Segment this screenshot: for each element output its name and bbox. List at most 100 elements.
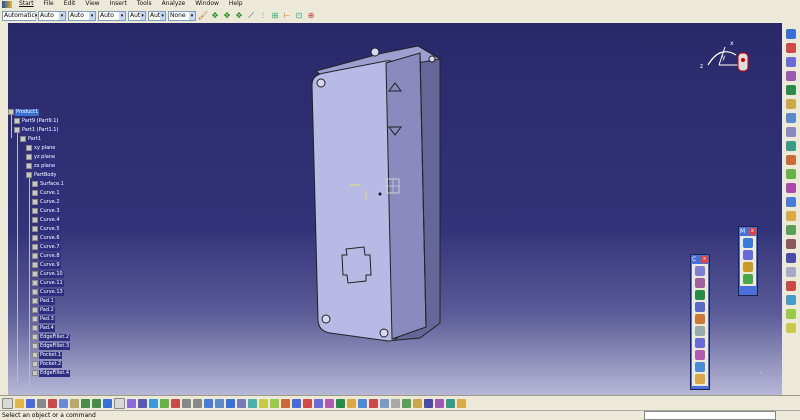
constraint-icon[interactable]: ⊡ [294, 11, 304, 21]
magnet-icon[interactable]: ⟋ [246, 11, 256, 21]
measure-icon[interactable]: ⊢ [282, 11, 292, 21]
paste-icon[interactable] [70, 399, 79, 408]
enclosure-side-panel[interactable] [385, 52, 427, 340]
hole-icon[interactable] [695, 314, 705, 324]
analysis-icon[interactable] [303, 399, 312, 408]
transparency-dropdown[interactable]: Auto ▾ [38, 10, 66, 21]
slot-icon[interactable] [695, 338, 705, 348]
tree-node[interactable]: Curve.10 [32, 270, 64, 278]
tree-node[interactable]: yz plane [26, 153, 57, 161]
scaling-icon[interactable] [786, 211, 796, 221]
tree-node[interactable]: EdgeFillet.4 [32, 369, 71, 377]
shell-icon[interactable] [786, 155, 796, 165]
tree-node[interactable]: Curve.2 [32, 198, 61, 206]
snapshot-icon[interactable] [424, 399, 433, 408]
origin-point[interactable] [377, 191, 383, 197]
knowledge-icon[interactable] [127, 399, 136, 408]
floating-toolbar-m-header[interactable]: Mx [739, 227, 757, 236]
screw-hole-side-top[interactable] [428, 55, 436, 63]
tree-node[interactable]: Pad.2 [32, 306, 55, 314]
chamfer-icon[interactable] [786, 127, 796, 137]
tree-node[interactable]: Curve.8 [32, 252, 61, 260]
menu-start[interactable]: Start [14, 0, 39, 8]
tree-node[interactable]: PartBody [26, 171, 58, 179]
options-icon[interactable] [457, 399, 466, 408]
tree-node[interactable]: Curve.13 [32, 288, 64, 296]
rib-icon[interactable] [695, 326, 705, 336]
screw-hole-bottom-left[interactable] [321, 314, 331, 324]
workbench-icon[interactable] [786, 29, 796, 39]
pan-icon[interactable]: ✥ [210, 11, 220, 21]
align-icon[interactable]: ⫶ [258, 11, 268, 21]
whats-this-icon[interactable] [103, 399, 112, 408]
sketcher-icon[interactable] [786, 43, 796, 53]
3d-viewport[interactable]: z y x ⌞ [8, 23, 782, 395]
tree-node[interactable]: Curve.4 [32, 216, 61, 224]
update-icon[interactable] [347, 399, 356, 408]
pattern-icon[interactable] [786, 197, 796, 207]
linetype-dropdown[interactable]: Auto ▾ [98, 10, 126, 21]
pocket-icon[interactable] [786, 71, 796, 81]
tree-node[interactable]: Pad.3 [32, 315, 55, 323]
tree-node[interactable]: Surface.1 [32, 180, 65, 188]
hole-icon[interactable] [786, 99, 796, 109]
tree-node[interactable]: zx plane [26, 162, 57, 170]
axis-system-icon[interactable] [786, 267, 796, 277]
tree-node[interactable]: Pad.1 [32, 297, 55, 305]
stiffener-icon[interactable] [695, 350, 705, 360]
sketch-icon[interactable] [358, 399, 367, 408]
zoom-in-icon[interactable] [182, 399, 191, 408]
menu-window[interactable]: Window [190, 0, 224, 8]
render-style-dropdown[interactable]: Aut ▾ [148, 10, 166, 21]
normal-view-icon[interactable] [204, 399, 213, 408]
print-icon[interactable] [37, 399, 46, 408]
rotate-icon[interactable]: ✥ [234, 11, 244, 21]
remove-loft-icon[interactable] [695, 374, 705, 384]
tree-node[interactable]: Pad.4 [32, 324, 55, 332]
loft-icon[interactable] [695, 362, 705, 372]
menu-tools[interactable]: Tools [132, 0, 157, 8]
redo-icon[interactable] [92, 399, 101, 408]
open-icon[interactable] [15, 399, 24, 408]
tree-node[interactable]: Part9 (Part9.1) [14, 117, 60, 125]
shaft-icon[interactable] [695, 290, 705, 300]
point-symbol-dropdown[interactable]: Aut ▾ [128, 10, 146, 21]
cut-icon[interactable] [48, 399, 57, 408]
tree-node[interactable]: Curve.6 [32, 234, 61, 242]
floating-toolbar-c[interactable]: Cx [690, 254, 710, 390]
measure-item-icon[interactable] [743, 250, 753, 260]
catalog-icon[interactable] [380, 399, 389, 408]
revolve-icon[interactable] [786, 85, 796, 95]
tree-node[interactable]: Pocket.2 [32, 360, 63, 368]
iso-view-icon[interactable] [226, 399, 235, 408]
sew-surface-icon[interactable] [786, 323, 796, 333]
paint-icon[interactable]: 🖌 [198, 11, 208, 21]
section-icon[interactable] [402, 399, 411, 408]
snap-icon[interactable]: ⊕ [306, 11, 316, 21]
publish-icon[interactable] [446, 399, 455, 408]
snap-icon[interactable] [743, 274, 753, 284]
menu-insert[interactable]: Insert [105, 0, 132, 8]
screw-hole-top-right[interactable] [370, 47, 380, 57]
thick-surface-icon[interactable] [786, 295, 796, 305]
sketch-icon[interactable]: ⊞ [270, 11, 280, 21]
undo-icon[interactable] [81, 399, 90, 408]
multi-view-icon[interactable] [215, 399, 224, 408]
tree-node[interactable]: EdgeFillet.2 [32, 333, 71, 341]
copy-icon[interactable] [59, 399, 68, 408]
pan-icon[interactable] [160, 399, 169, 408]
swap-space-icon[interactable] [259, 399, 268, 408]
tree-node[interactable]: Curve.11 [32, 279, 64, 287]
fillet-icon[interactable] [786, 113, 796, 123]
close-surface-icon[interactable] [786, 309, 796, 319]
curvature-icon[interactable] [325, 399, 334, 408]
hide-show-icon[interactable] [248, 399, 257, 408]
tree-node[interactable]: Pocket.1 [32, 351, 63, 359]
floating-toolbar-c-header[interactable]: Cx [691, 255, 709, 264]
tree-node[interactable]: Curve.7 [32, 243, 61, 251]
draft-icon[interactable] [786, 141, 796, 151]
reference-icon[interactable] [369, 399, 378, 408]
tree-node[interactable]: Product1 [8, 108, 40, 116]
tree-node[interactable]: xy plane [26, 144, 57, 152]
color-dropdown[interactable]: Automatic ▾ [2, 10, 38, 21]
